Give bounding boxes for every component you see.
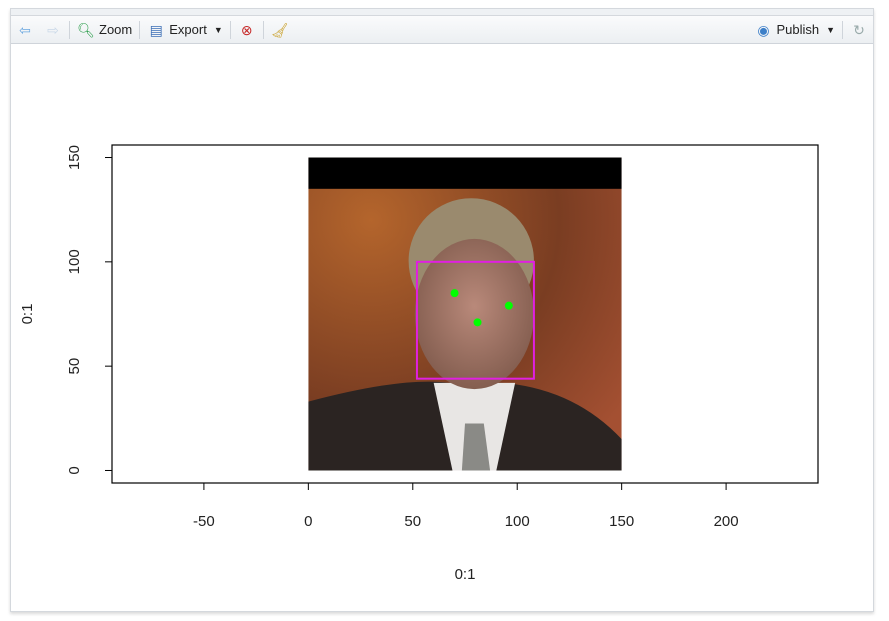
black-band (308, 157, 622, 189)
x-tick-label: 50 (404, 513, 421, 530)
y-tick-label: 150 (66, 145, 83, 170)
face-photo (308, 157, 622, 471)
y-axis-label: 0:1 (19, 304, 36, 325)
y-tick-label: 50 (66, 358, 83, 375)
x-tick-label: -50 (193, 513, 215, 530)
y-tick-label: 100 (66, 249, 83, 274)
landmark-point (504, 301, 513, 310)
x-axis-label: 0:1 (455, 566, 476, 583)
x-tick-label: 0 (304, 513, 312, 530)
x-tick-label: 200 (714, 513, 739, 530)
x-tick-label: 150 (609, 513, 634, 530)
landmark-point (450, 289, 459, 298)
landmark-point (473, 318, 482, 327)
plot-area: -50 0 50 100 150 200 0 50 100 150 0:1 0:1 (19, 144, 819, 583)
x-tick-label: 100 (505, 513, 530, 530)
y-tick-label: 0 (66, 466, 83, 474)
